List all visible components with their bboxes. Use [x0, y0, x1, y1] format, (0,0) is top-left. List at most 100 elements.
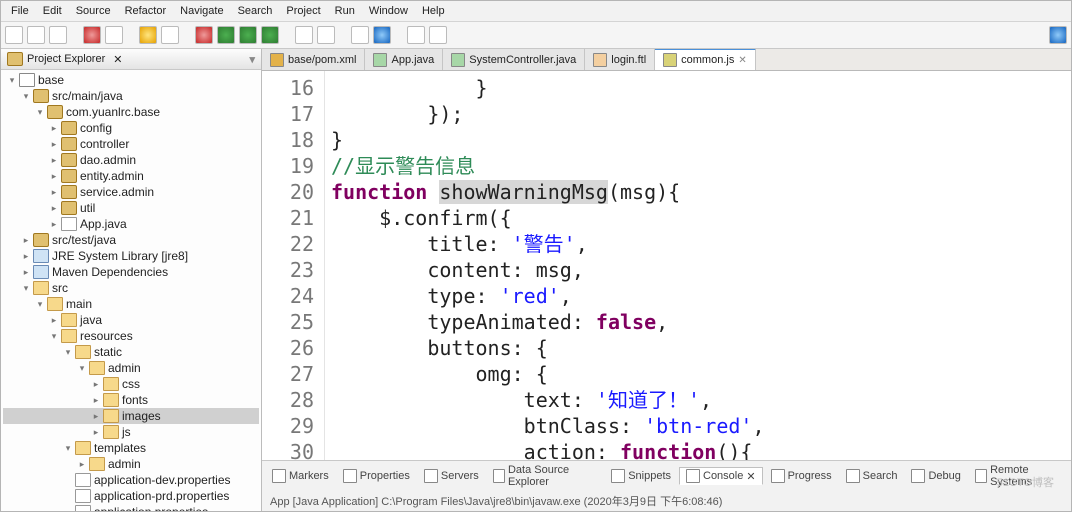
twisty-icon[interactable]: ▸ [49, 216, 59, 232]
twisty-icon[interactable]: ▸ [91, 408, 101, 424]
tree-item[interactable]: ▸dao.admin [3, 152, 259, 168]
menu-help[interactable]: Help [416, 3, 451, 19]
editor-tab[interactable]: SystemController.java [443, 49, 585, 70]
twisty-icon[interactable]: ▾ [49, 328, 59, 344]
tree-item[interactable]: ▸service.admin [3, 184, 259, 200]
menu-run[interactable]: Run [329, 3, 361, 19]
twisty-icon[interactable]: ▾ [21, 88, 31, 104]
bottom-tab-debug[interactable]: Debug [905, 468, 966, 484]
tool-debug-icon[interactable] [195, 26, 213, 44]
code-source[interactable]: } });}//显示警告信息function showWarningMsg(ms… [325, 71, 1071, 460]
bottom-tab-console[interactable]: Console ✕ [679, 467, 763, 485]
tree-item[interactable]: ▸admin [3, 456, 259, 472]
tool-runlast-icon[interactable] [261, 26, 279, 44]
twisty-icon[interactable]: ▸ [21, 248, 31, 264]
tree-item[interactable]: ▸JRE System Library [jre8] [3, 248, 259, 264]
tree-item[interactable]: ▸Maven Dependencies [3, 264, 259, 280]
twisty-icon[interactable]: ▾ [21, 280, 31, 296]
menu-refactor[interactable]: Refactor [119, 3, 173, 19]
tree-item[interactable]: ▾static [3, 344, 259, 360]
twisty-icon[interactable]: ▸ [49, 168, 59, 184]
menu-window[interactable]: Window [363, 3, 414, 19]
tree-item[interactable]: application-dev.properties [3, 472, 259, 488]
tool-build-icon[interactable] [105, 26, 123, 44]
tool-openfile-icon[interactable] [351, 26, 369, 44]
tool-back-icon[interactable] [407, 26, 425, 44]
tool-run-icon[interactable] [217, 26, 235, 44]
editor-tab[interactable]: base/pom.xml [262, 49, 365, 70]
panel-menu-icon[interactable]: ▾ [249, 53, 255, 66]
tree-item[interactable]: ▸entity.admin [3, 168, 259, 184]
tool-saveall-icon[interactable] [49, 26, 67, 44]
tree-item[interactable]: ▾src/main/java [3, 88, 259, 104]
tree-item[interactable]: ▸App.java [3, 216, 259, 232]
twisty-icon[interactable]: ▸ [21, 264, 31, 280]
code-editor[interactable]: 161718192021222324252627282930 } });}//显… [262, 71, 1071, 460]
tree-item[interactable]: ▸util [3, 200, 259, 216]
menu-search[interactable]: Search [232, 3, 279, 19]
twisty-icon[interactable]: ▸ [91, 376, 101, 392]
bottom-tab-search[interactable]: Search [840, 468, 904, 484]
tree-item[interactable]: ▾base [3, 72, 259, 88]
bottom-tab-markers[interactable]: Markers [266, 468, 335, 484]
twisty-icon[interactable]: ▾ [63, 344, 73, 360]
bottom-tab-snippets[interactable]: Snippets [605, 468, 677, 484]
tool-wizard-icon[interactable] [139, 26, 157, 44]
tree-item[interactable]: ▾com.yuanlrc.base [3, 104, 259, 120]
tree-item[interactable]: ▸src/test/java [3, 232, 259, 248]
menu-project[interactable]: Project [280, 3, 326, 19]
tree-item[interactable]: ▾templates [3, 440, 259, 456]
tool-perspective-icon[interactable] [1049, 26, 1067, 44]
editor-tab[interactable]: App.java [365, 49, 443, 70]
tree-item[interactable]: ▾src [3, 280, 259, 296]
tool-forward-icon[interactable] [429, 26, 447, 44]
twisty-icon[interactable]: ▾ [63, 440, 73, 456]
editor-tab[interactable]: login.ftl [585, 49, 655, 70]
bottom-tab-progress[interactable]: Progress [765, 468, 838, 484]
tool-save-icon[interactable] [27, 26, 45, 44]
tree-item[interactable]: ▾resources [3, 328, 259, 344]
tree-item[interactable]: ▸fonts [3, 392, 259, 408]
twisty-icon[interactable]: ▸ [91, 424, 101, 440]
tree-item[interactable]: ▾main [3, 296, 259, 312]
menu-file[interactable]: File [5, 3, 35, 19]
twisty-icon[interactable]: ▸ [49, 120, 59, 136]
tool-stop-icon[interactable] [83, 26, 101, 44]
tree-item[interactable]: ▸config [3, 120, 259, 136]
twisty-icon[interactable]: ▸ [77, 456, 87, 472]
twisty-icon[interactable]: ▸ [49, 136, 59, 152]
tool-newserver-icon[interactable] [295, 26, 313, 44]
tool-search-icon[interactable] [373, 26, 391, 44]
tree-item[interactable]: ▾admin [3, 360, 259, 376]
menu-source[interactable]: Source [70, 3, 117, 19]
twisty-icon[interactable]: ▸ [49, 200, 59, 216]
twisty-icon[interactable]: ▸ [49, 152, 59, 168]
tab-close-icon[interactable]: ✕ [738, 55, 746, 66]
panel-close-icon[interactable]: ✕ [113, 53, 122, 66]
twisty-icon[interactable]: ▾ [35, 296, 45, 312]
menu-edit[interactable]: Edit [37, 3, 68, 19]
tab-close-icon[interactable]: ✕ [746, 470, 755, 483]
twisty-icon[interactable]: ▾ [35, 104, 45, 120]
twisty-icon[interactable]: ▸ [49, 184, 59, 200]
tree-item[interactable]: ▸images [3, 408, 259, 424]
tool-coverage-icon[interactable] [239, 26, 257, 44]
menu-navigate[interactable]: Navigate [174, 3, 229, 19]
tree-item[interactable]: ▸java [3, 312, 259, 328]
twisty-icon[interactable]: ▸ [21, 232, 31, 248]
tree-item[interactable]: ▸controller [3, 136, 259, 152]
tool-newclass-icon[interactable] [317, 26, 335, 44]
twisty-icon[interactable]: ▸ [49, 312, 59, 328]
bottom-tab-data-source-explorer[interactable]: Data Source Explorer [487, 463, 603, 489]
project-tree[interactable]: ▾base▾src/main/java▾com.yuanlrc.base▸con… [1, 70, 261, 511]
twisty-icon[interactable]: ▸ [91, 392, 101, 408]
editor-tab[interactable]: common.js✕ [655, 49, 756, 70]
bottom-tab-servers[interactable]: Servers [418, 468, 485, 484]
twisty-icon[interactable]: ▾ [77, 360, 87, 376]
tree-item[interactable]: ▸js [3, 424, 259, 440]
bottom-tab-properties[interactable]: Properties [337, 468, 416, 484]
tool-package-icon[interactable] [161, 26, 179, 44]
tree-item[interactable]: application-prd.properties [3, 488, 259, 504]
tree-item[interactable]: ▸css [3, 376, 259, 392]
tree-item[interactable]: application.properties [3, 504, 259, 511]
